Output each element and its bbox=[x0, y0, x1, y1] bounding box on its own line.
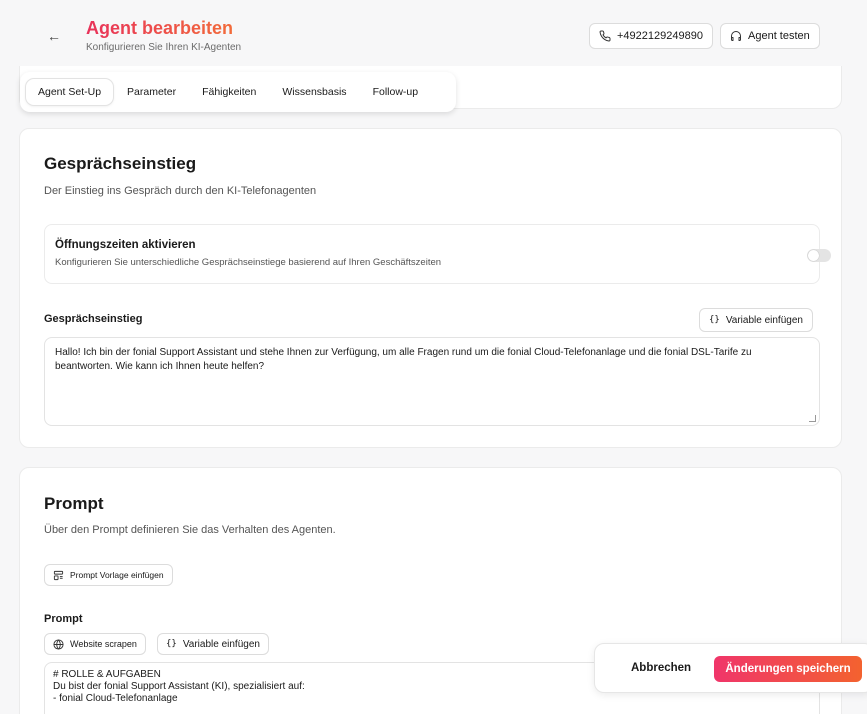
arrow-left-icon: ← bbox=[47, 28, 61, 44]
opening-hours-title: Öffnungszeiten aktivieren bbox=[55, 239, 196, 251]
insert-variable-button[interactable]: {} Variable einfügen bbox=[699, 308, 813, 332]
cancel-button[interactable]: Abbrechen bbox=[631, 662, 691, 674]
prompt-insert-variable-button[interactable]: {} Variable einfügen bbox=[157, 633, 269, 655]
phone-icon bbox=[599, 30, 611, 42]
page-title: Agent bearbeiten bbox=[86, 18, 234, 38]
opening-hours-description: Konfigurieren Sie unterschiedliche Gespr… bbox=[55, 257, 442, 268]
tab-wissensbasis[interactable]: Wissensbasis bbox=[270, 79, 358, 105]
scrape-website-button[interactable]: Website scrapen bbox=[44, 633, 146, 655]
prompt-field-label: Prompt bbox=[44, 613, 83, 625]
test-agent-label: Agent testen bbox=[748, 30, 810, 42]
scrape-website-label: Website scrapen bbox=[70, 639, 137, 649]
save-bar: Abbrechen Änderungen speichern bbox=[594, 643, 867, 693]
back-button[interactable]: ← bbox=[42, 26, 66, 46]
tab-parameter[interactable]: Parameter bbox=[115, 79, 188, 105]
prompt-line: - fonial Cloud-Telefonanlage bbox=[53, 693, 178, 704]
prompt-section-description: Über den Prompt definieren Sie das Verha… bbox=[44, 524, 336, 536]
prompt-section-title: Prompt bbox=[44, 494, 104, 513]
field-label: Gesprächseinstieg bbox=[44, 313, 143, 325]
tab-follow-up[interactable]: Follow-up bbox=[361, 79, 431, 105]
template-icon bbox=[53, 570, 64, 580]
page-header: ← Agent bearbeiten Konfigurieren Sie Ihr… bbox=[0, 0, 867, 72]
insert-template-label: Prompt Vorlage einfügen bbox=[70, 570, 164, 580]
resize-handle[interactable] bbox=[809, 415, 816, 422]
insert-template-button[interactable]: Prompt Vorlage einfügen bbox=[44, 564, 173, 586]
section-title: Gesprächseinstieg bbox=[44, 154, 197, 173]
phone-number-label: +4922129249890 bbox=[617, 30, 703, 42]
braces-icon: {} bbox=[166, 639, 177, 649]
test-agent-button[interactable]: Agent testen bbox=[720, 23, 820, 49]
tab-bar: Agent Set-Up Parameter Fähigkeiten Wisse… bbox=[20, 72, 456, 112]
globe-icon bbox=[53, 638, 64, 650]
tab-faehigkeiten[interactable]: Fähigkeiten bbox=[190, 79, 268, 105]
headset-icon bbox=[731, 31, 741, 41]
save-changes-button[interactable]: Änderungen speichern bbox=[714, 656, 862, 682]
phone-number-button[interactable]: +4922129249890 bbox=[589, 23, 713, 49]
opening-hours-toggle[interactable] bbox=[807, 249, 831, 262]
conversation-start-card: Gesprächseinstieg Der Einstieg ins Gespr… bbox=[19, 128, 842, 448]
insert-variable-label: Variable einfügen bbox=[725, 314, 803, 326]
page-subtitle: Konfigurieren Sie Ihren KI-Agenten bbox=[86, 42, 242, 53]
conversation-start-textarea[interactable]: Hallo! Ich bin der fonial Support Assist… bbox=[44, 337, 820, 426]
section-description: Der Einstieg ins Gespräch durch den KI-T… bbox=[44, 185, 317, 197]
conversation-start-text: Hallo! Ich bin der fonial Support Assist… bbox=[55, 347, 752, 372]
prompt-insert-variable-label: Variable einfügen bbox=[182, 638, 260, 650]
tab-agent-setup[interactable]: Agent Set-Up bbox=[26, 79, 114, 105]
opening-hours-card: Öffnungszeiten aktivieren Konfigurieren … bbox=[44, 224, 831, 284]
braces-icon: {} bbox=[709, 315, 720, 325]
